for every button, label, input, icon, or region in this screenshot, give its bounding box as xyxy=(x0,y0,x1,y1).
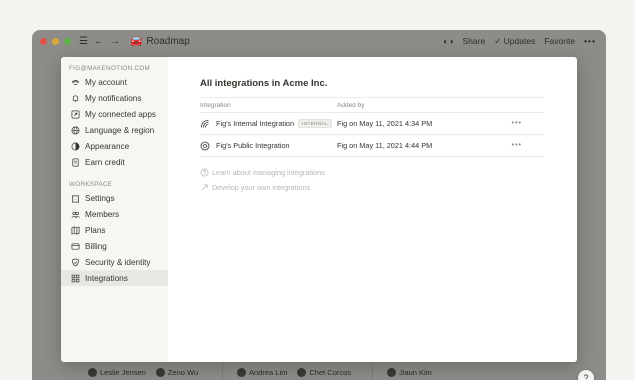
row-more-button[interactable]: ••• xyxy=(512,120,522,127)
globe-icon xyxy=(70,125,80,135)
sidebar-item-label: Security & identity xyxy=(85,257,151,267)
workspace-section-title: WORKSPACE xyxy=(69,181,113,188)
sidebar-item-label: Appearance xyxy=(85,141,130,151)
sidebar-item-label: Members xyxy=(85,209,120,219)
person-tag: Andrea Lim xyxy=(237,368,287,377)
sidebar-item-label: Earn credit xyxy=(85,157,125,167)
link-label: Learn about managing integrations xyxy=(212,168,325,177)
table-row[interactable]: Fig's Internal Integration INTERNAL Fig … xyxy=(200,113,544,135)
sidebar-item-label: Plans xyxy=(85,225,106,235)
learn-integrations-link[interactable]: Learn about managing integrations xyxy=(200,165,545,180)
account-email: FIG@MAKENOTION.COM xyxy=(69,65,151,72)
traffic-lights xyxy=(40,37,71,45)
sidebar-item-label: My connected apps xyxy=(85,109,157,119)
person-tag: Jiaun Kim xyxy=(387,368,432,377)
share-button[interactable]: Share xyxy=(463,36,486,46)
column-header-integration: Integration xyxy=(200,101,231,109)
map-icon xyxy=(70,225,80,235)
shield-icon xyxy=(70,257,80,267)
settings-sidebar: FIG@MAKENOTION.COM My account My notific… xyxy=(61,57,168,362)
sidebar-item-my-connected-apps[interactable]: My connected apps xyxy=(61,106,168,122)
sidebar-item-earn-credit[interactable]: Earn credit xyxy=(61,154,168,170)
sidebar-item-label: Settings xyxy=(85,193,115,203)
menu-icon[interactable]: ☰ xyxy=(79,36,88,47)
internal-badge: INTERNAL xyxy=(298,119,332,128)
sidebar-item-label: My account xyxy=(85,77,127,87)
close-window-button[interactable] xyxy=(40,37,47,45)
person-name: Chet Corcos xyxy=(309,368,352,377)
person-tag: Zeno Wu xyxy=(155,368,199,377)
avatar xyxy=(88,368,97,377)
sidebar-item-settings[interactable]: Settings xyxy=(61,190,168,206)
integration-name: Fig's Public Integration xyxy=(216,141,290,150)
sidebar-item-label: Language & region xyxy=(85,125,155,135)
page-title[interactable]: 🚘 Roadmap xyxy=(130,36,190,47)
collaborators-avatars-icon[interactable]: ◐◑ xyxy=(443,36,453,46)
settings-modal: FIG@MAKENOTION.COM My account My notific… xyxy=(61,57,577,362)
appearance-icon xyxy=(70,141,80,151)
connected-apps-icon xyxy=(70,109,80,119)
integration-name: Fig's Internal Integration xyxy=(216,119,295,128)
column-header-added-by: Added by xyxy=(337,101,365,109)
page-title-text: Roadmap xyxy=(146,35,190,47)
sidebar-item-plans[interactable]: Plans xyxy=(61,222,168,238)
back-arrow-icon[interactable]: ← xyxy=(94,36,104,47)
develop-integrations-link[interactable]: Develop your own integrations xyxy=(200,180,545,195)
sidebar-item-my-notifications[interactable]: My notifications xyxy=(61,90,168,106)
added-by-text: Fig on May 11, 2021 4:44 PM xyxy=(337,141,433,150)
question-circle-icon xyxy=(200,168,209,177)
avatar xyxy=(387,368,396,377)
card-icon xyxy=(70,241,80,251)
updates-button[interactable]: ✓ Updates xyxy=(494,36,535,47)
person-name: Leslie Jensen xyxy=(100,368,146,377)
integration-icon xyxy=(200,141,210,151)
avatar xyxy=(237,368,246,377)
sidebar-item-security-identity[interactable]: Security & identity xyxy=(61,254,168,270)
maximize-window-button[interactable] xyxy=(64,37,71,45)
person-name: Andrea Lim xyxy=(249,368,288,377)
forward-arrow-icon[interactable]: → xyxy=(110,36,120,47)
person-tag: Leslie Jensen xyxy=(88,368,146,377)
face-icon xyxy=(70,77,80,87)
sidebar-item-billing[interactable]: Billing xyxy=(61,238,168,254)
avatar xyxy=(297,368,307,377)
updates-label: Updates xyxy=(503,35,536,46)
favorite-button[interactable]: Favorite xyxy=(544,36,575,46)
arrow-up-right-icon xyxy=(200,183,209,192)
person-name: Jiaun Kim xyxy=(399,368,432,377)
bell-icon xyxy=(70,93,80,103)
integrations-table: Integration Added by Fig's Internal Inte… xyxy=(200,97,544,157)
sidebar-item-label: Integrations xyxy=(85,273,128,283)
row-more-button[interactable]: ••• xyxy=(512,142,522,149)
more-options-button[interactable]: ••• xyxy=(584,36,596,46)
sidebar-item-my-account[interactable]: My account xyxy=(61,74,168,90)
credit-icon xyxy=(70,157,80,167)
car-icon: 🚘 xyxy=(129,35,143,47)
help-links: Learn about managing integrations Develo… xyxy=(200,165,545,195)
help-button[interactable]: ? xyxy=(578,370,594,380)
building-icon xyxy=(70,193,80,203)
table-row[interactable]: Fig's Public Integration Fig on May 11, … xyxy=(200,135,544,157)
sidebar-item-language-region[interactable]: Language & region xyxy=(61,122,168,138)
sidebar-item-integrations[interactable]: Integrations xyxy=(61,270,168,286)
sidebar-item-label: Billing xyxy=(85,241,107,251)
minimize-window-button[interactable] xyxy=(52,37,59,45)
table-header: Integration Added by xyxy=(200,97,544,113)
avatar xyxy=(155,368,165,377)
added-by-text: Fig on May 11, 2021 4:34 PM xyxy=(337,119,433,128)
person-tag: Chet Corcos xyxy=(297,368,351,377)
sidebar-item-appearance[interactable]: Appearance xyxy=(61,138,168,154)
person-name: Zeno Wu xyxy=(167,368,199,377)
window-titlebar: ☰ ← → 🚘 Roadmap ◐◑ Share ✓ Updates Favor… xyxy=(32,30,606,52)
grid-icon xyxy=(70,273,80,283)
integration-icon xyxy=(200,119,210,129)
sidebar-item-members[interactable]: Members xyxy=(61,206,168,222)
panel-title: All integrations in Acme Inc. xyxy=(200,78,328,89)
members-icon xyxy=(70,209,80,219)
sidebar-item-label: My notifications xyxy=(85,93,142,103)
integrations-panel: All integrations in Acme Inc. Integratio… xyxy=(168,57,577,362)
link-label: Develop your own integrations xyxy=(212,183,311,192)
